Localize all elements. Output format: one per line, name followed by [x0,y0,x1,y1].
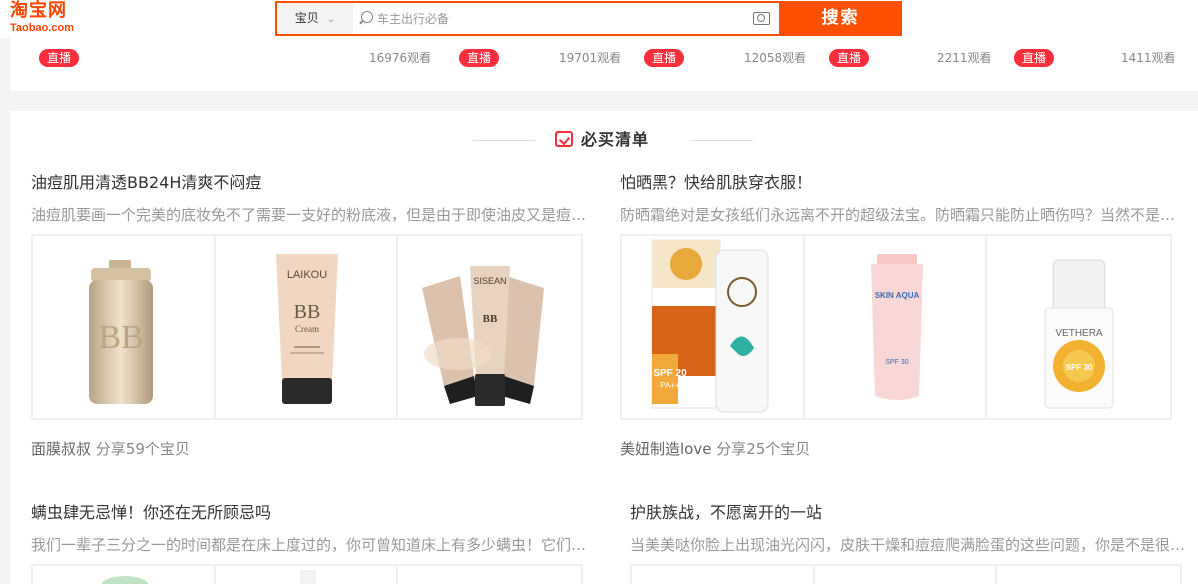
vethera-sunscreen-image: VETHERA SPF 30 [1044,259,1114,409]
live-view-count: 1411观看 [1121,51,1176,65]
divider-left [473,140,535,141]
product-thumb[interactable] [632,566,815,584]
top-bar: 淘宝网 Taobao.com 宝贝 ⌄ 搜索 [0,0,1198,38]
checklist-icon [555,131,573,147]
live-view-count: 12058观看 [744,51,807,65]
laikou-bb-cream-image: LAIKOU BB Cream [275,254,338,404]
card-meta: 美妞制造love 分享25个宝贝 [620,438,810,460]
card-title[interactable]: 油痘肌用清透BB24H清爽不闷痘 [31,172,261,194]
divider-right [691,140,753,141]
card-description: 当美美哒你脸上出现油光闪闪，皮肤干燥和痘痘爬满脸蛋的这些问题，你是不是很苦恼该怎… [630,536,1190,554]
live-item[interactable]: 直播 12058观看 [644,49,806,67]
search-icon [361,11,373,23]
product-thumb[interactable]: SKIN AQUA SPF 30 [804,236,988,418]
live-badge: 直播 [39,49,79,67]
brand-label: LAIKOU [286,269,326,281]
product-thumb[interactable]: SPF 20 PA++ [622,236,805,418]
card-author[interactable]: 面膜叔叔 [31,440,91,458]
chevron-down-icon: ⌄ [326,14,336,25]
section-header: 必买清单 [473,125,773,155]
bb-label: BB [483,313,498,325]
product-grid [630,564,1182,584]
product-thumb[interactable] [33,566,216,584]
card-author[interactable]: 美妞制造love [620,440,711,458]
herbal-sunscreen-image: SPF 20 PA++ [651,239,769,413]
card-share-count: 分享59个宝贝 [91,440,190,458]
logo-domain: Taobao.com [10,22,74,34]
taobao-logo[interactable]: 淘宝网 Taobao.com [10,0,92,38]
live-item[interactable]: 直播 1411观看 [1014,49,1176,67]
cream-label: Cream [295,324,319,334]
live-item[interactable]: 直播 16976观看 [39,49,432,67]
sisean-bb-set-image: SISEAN BB [422,266,545,406]
product-grid: BB LAIKOU BB Cream SISEAN BB [31,234,583,420]
section-title: 必买清单 [581,130,650,149]
live-badge: 直播 [829,49,869,67]
product-thumb[interactable] [398,566,582,584]
product-thumb[interactable]: SISEAN BB [398,236,582,418]
product-image [101,576,149,584]
product-grid [31,564,583,584]
product-thumb[interactable] [215,566,399,584]
card-description: 油痘肌要画一个完美的底妆免不了需要一支好的粉底液，但是由于即使油皮又是痘痘肌，所… [31,206,591,224]
product-thumb[interactable] [997,566,1181,584]
pa-label: PA++ [660,381,680,390]
list-card[interactable]: 怕晒黑？快给肌肤穿衣服！ 防晒霜绝对是女孩纸们永远离不开的超级法宝。防晒霜只能防… [620,172,1180,462]
product-image [299,570,316,584]
search-button[interactable]: 搜索 [779,1,902,36]
bb-label: BB [293,301,320,323]
brand-label: SKIN AQUA [874,291,919,300]
spf-label: SPF 30 [1066,363,1093,372]
product-thumb[interactable]: VETHERA SPF 30 [987,236,1171,418]
spf-label: SPF 20 [653,368,687,379]
search-category-label: 宝贝 [294,11,319,25]
card-title[interactable]: 怕晒黑？快给肌肤穿衣服！ [620,172,812,194]
live-strip: 直播 16976观看 直播 19701观看 直播 12058观看 直播 2211… [10,38,1198,91]
live-badge: 直播 [1014,49,1054,67]
brand-label: SISEAN [474,276,507,286]
search-input[interactable] [377,8,737,29]
bb-label: BB [98,319,143,356]
live-item[interactable]: 直播 19701观看 [459,49,621,67]
live-view-count: 16976观看 [369,51,432,65]
brand-label: VETHERA [1056,328,1104,339]
live-view-count: 19701观看 [559,51,622,65]
search-bar: 宝贝 ⌄ 搜索 [275,1,902,36]
product-thumb[interactable]: LAIKOU BB Cream [215,236,399,418]
product-grid: SPF 20 PA++ SKIN AQUA SPF 30 VETHERA SPF… [620,234,1172,420]
search-input-wrap [353,3,779,34]
live-view-count: 2211观看 [937,51,992,65]
must-buy-section: 必买清单 油痘肌用清透BB24H清爽不闷痘 油痘肌要画一个完美的底妆免不了需要一… [10,111,1198,584]
product-thumb[interactable] [814,566,998,584]
card-meta: 面膜叔叔 分享59个宝贝 [31,438,190,460]
live-badge: 直播 [644,49,684,67]
logo-text: 淘宝网 [10,0,67,21]
spf-label: SPF 30 [885,359,908,366]
search-category-select[interactable]: 宝贝 ⌄ [277,3,353,34]
card-description: 防晒霜绝对是女孩纸们永远离不开的超级法宝。防晒霜只能防止晒伤吗？当然不是，它还可… [620,206,1180,224]
live-item[interactable]: 直播 2211观看 [829,49,992,67]
skin-aqua-sunscreen-image: SKIN AQUA SPF 30 [870,254,923,400]
list-card[interactable]: 螨虫肆无忌惮！你还在无所顾忌吗 我们一辈子三分之一的时间都是在床上度过的，你可曾… [31,502,591,584]
page: 淘宝网 Taobao.com 宝贝 ⌄ 搜索 直播 16976观看 直播 1970… [0,0,1198,584]
card-title[interactable]: 螨虫肆无忌惮！你还在无所顾忌吗 [31,502,271,524]
card-title[interactable]: 护肤族战，不愿离开的一站 [630,502,822,524]
list-card[interactable]: 油痘肌用清透BB24H清爽不闷痘 油痘肌要画一个完美的底妆免不了需要一支好的粉底… [31,172,591,462]
live-badge: 直播 [459,49,499,67]
list-card[interactable]: 护肤族战，不愿离开的一站 当美美哒你脸上出现油光闪闪，皮肤干燥和痘痘爬满脸蛋的这… [630,502,1190,584]
card-share-count: 分享25个宝贝 [711,440,811,458]
camera-icon[interactable] [753,12,770,25]
card-description: 我们一辈子三分之一的时间都是在床上度过的，你可曾知道床上有多少螨虫！它们让你的皮… [31,536,591,554]
product-thumb[interactable]: BB [33,236,216,418]
gold-bb-cream-image: BB [89,260,153,404]
